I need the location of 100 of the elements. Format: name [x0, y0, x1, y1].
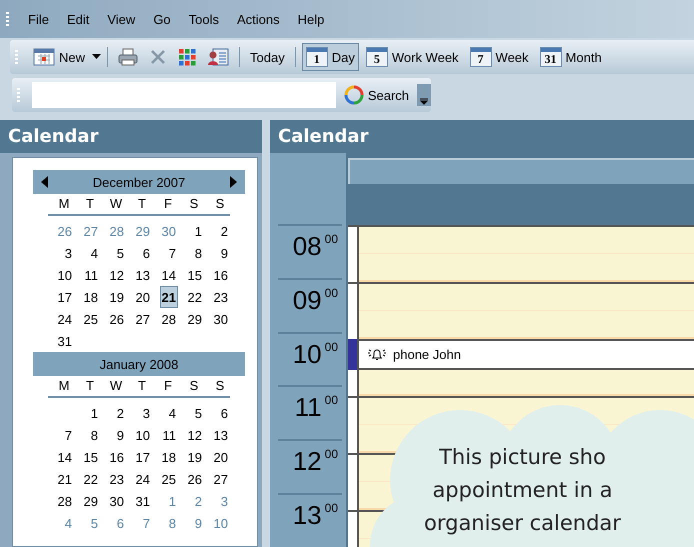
day-cell[interactable]: 4 — [88, 242, 100, 264]
day-cell[interactable]: 13 — [212, 424, 230, 446]
day-cell[interactable]: 2 — [218, 220, 230, 242]
day-cell[interactable]: 12 — [108, 264, 126, 286]
day-cell[interactable]: 14 — [160, 264, 178, 286]
day-cell[interactable]: 17 — [56, 286, 74, 308]
day-cell[interactable]: 10 — [134, 424, 152, 446]
day-cell[interactable]: 6 — [140, 242, 152, 264]
day-cell[interactable]: 26 — [108, 308, 126, 330]
day-cell[interactable]: 11 — [160, 424, 178, 446]
day-cell[interactable]: 8 — [192, 242, 204, 264]
day-cell[interactable]: 31 — [56, 330, 74, 352]
day-cell[interactable]: 1 — [166, 490, 178, 512]
day-cell[interactable]: 12 — [186, 424, 204, 446]
day-cell[interactable]: 2 — [114, 402, 126, 424]
view-button[interactable]: 31 Month — [536, 43, 606, 71]
day-cell[interactable]: 11 — [82, 264, 100, 286]
day-cell[interactable]: 3 — [140, 402, 152, 424]
day-cell[interactable]: 22 — [186, 286, 204, 308]
day-cell[interactable]: 30 — [108, 490, 126, 512]
day-cell[interactable]: 2 — [192, 490, 204, 512]
day-cell[interactable]: 28 — [108, 220, 126, 242]
day-cell[interactable]: 1 — [88, 402, 100, 424]
hour-label: 09 — [292, 286, 322, 317]
menu-item[interactable]: View — [100, 10, 142, 28]
day-cell[interactable]: 28 — [160, 308, 178, 330]
day-cell[interactable]: 9 — [192, 512, 204, 534]
day-cell[interactable]: 29 — [186, 308, 204, 330]
day-cell[interactable]: 5 — [192, 402, 204, 424]
day-cell[interactable]: 21 — [160, 286, 178, 308]
day-cell[interactable]: 15 — [186, 264, 204, 286]
weekday-label: T — [74, 194, 100, 216]
day-cell[interactable]: 24 — [56, 308, 74, 330]
day-cell[interactable]: 27 — [212, 468, 230, 490]
day-cell[interactable]: 24 — [134, 468, 152, 490]
search-field[interactable] — [32, 82, 336, 108]
day-cell[interactable]: 17 — [134, 446, 152, 468]
day-cell[interactable]: 6 — [218, 402, 230, 424]
view-button[interactable]: 5 Work Week — [362, 43, 463, 71]
day-cell[interactable]: 29 — [82, 490, 100, 512]
day-cell[interactable]: 22 — [82, 468, 100, 490]
day-cell[interactable]: 10 — [212, 512, 230, 534]
day-cell[interactable]: 26 — [186, 468, 204, 490]
day-cell[interactable]: 3 — [218, 490, 230, 512]
previous-month-icon[interactable] — [41, 176, 48, 188]
day-cell[interactable]: 16 — [108, 446, 126, 468]
day-cell[interactable]: 19 — [186, 446, 204, 468]
day-cell[interactable]: 31 — [134, 490, 152, 512]
day-cell[interactable]: 8 — [166, 512, 178, 534]
day-cell[interactable]: 7 — [166, 242, 178, 264]
day-cell[interactable]: 26 — [56, 220, 74, 242]
day-cell[interactable]: 18 — [82, 286, 100, 308]
day-cell[interactable]: 9 — [114, 424, 126, 446]
day-cell[interactable]: 27 — [134, 308, 152, 330]
day-cell[interactable]: 3 — [62, 242, 74, 264]
minute-label: 00 — [324, 286, 338, 302]
search-button[interactable]: Search — [340, 81, 414, 109]
view-button[interactable]: 7 Week — [466, 43, 533, 71]
day-cell[interactable]: 20 — [134, 286, 152, 308]
day-cell[interactable]: 29 — [134, 220, 152, 242]
day-cell[interactable]: 28 — [56, 490, 74, 512]
day-cell[interactable]: 6 — [114, 512, 126, 534]
menu-item[interactable]: Edit — [60, 10, 96, 28]
toolbar-options-icon[interactable] — [417, 84, 432, 106]
day-cell[interactable]: 4 — [166, 402, 178, 424]
day-cell[interactable]: 5 — [114, 242, 126, 264]
menu-item[interactable]: Help — [290, 10, 332, 28]
day-cell[interactable]: 20 — [212, 446, 230, 468]
next-month-icon[interactable] — [230, 176, 237, 188]
day-cell[interactable]: 30 — [160, 220, 178, 242]
day-cell[interactable]: 16 — [212, 264, 230, 286]
day-cell[interactable]: 18 — [160, 446, 178, 468]
day-cell[interactable]: 21 — [56, 468, 74, 490]
day-cell[interactable]: 7 — [140, 512, 152, 534]
menu-item[interactable]: Actions — [230, 10, 287, 28]
day-cell[interactable]: 19 — [108, 286, 126, 308]
menu-item[interactable]: Tools — [182, 10, 226, 28]
day-cell[interactable]: 25 — [160, 468, 178, 490]
day-cell[interactable]: 23 — [108, 468, 126, 490]
day-cell[interactable]: 4 — [62, 512, 74, 534]
minute-label: 00 — [324, 447, 338, 464]
day-cell[interactable]: 8 — [88, 424, 100, 446]
day-cell[interactable]: 23 — [212, 286, 230, 308]
day-cell[interactable]: 5 — [88, 512, 100, 534]
day-cell[interactable]: 7 — [62, 424, 74, 446]
day-cell[interactable]: 10 — [56, 264, 74, 286]
new-button[interactable]: New — [29, 43, 90, 71]
day-cell[interactable]: 27 — [82, 220, 100, 242]
day-cell[interactable]: 1 — [192, 220, 204, 242]
menu-item[interactable]: File — [21, 10, 56, 28]
menu-item[interactable]: Go — [146, 10, 178, 28]
day-cell[interactable]: 14 — [56, 446, 74, 468]
day-cell[interactable]: 9 — [218, 242, 230, 264]
day-cell[interactable]: 15 — [82, 446, 100, 468]
today-button[interactable]: Today — [246, 43, 289, 71]
dropdown-caret-icon[interactable] — [92, 54, 102, 60]
day-cell[interactable]: 13 — [134, 264, 152, 286]
day-cell[interactable]: 25 — [82, 308, 100, 330]
view-button[interactable]: 1 Day — [302, 43, 359, 71]
day-cell[interactable]: 30 — [212, 308, 230, 330]
